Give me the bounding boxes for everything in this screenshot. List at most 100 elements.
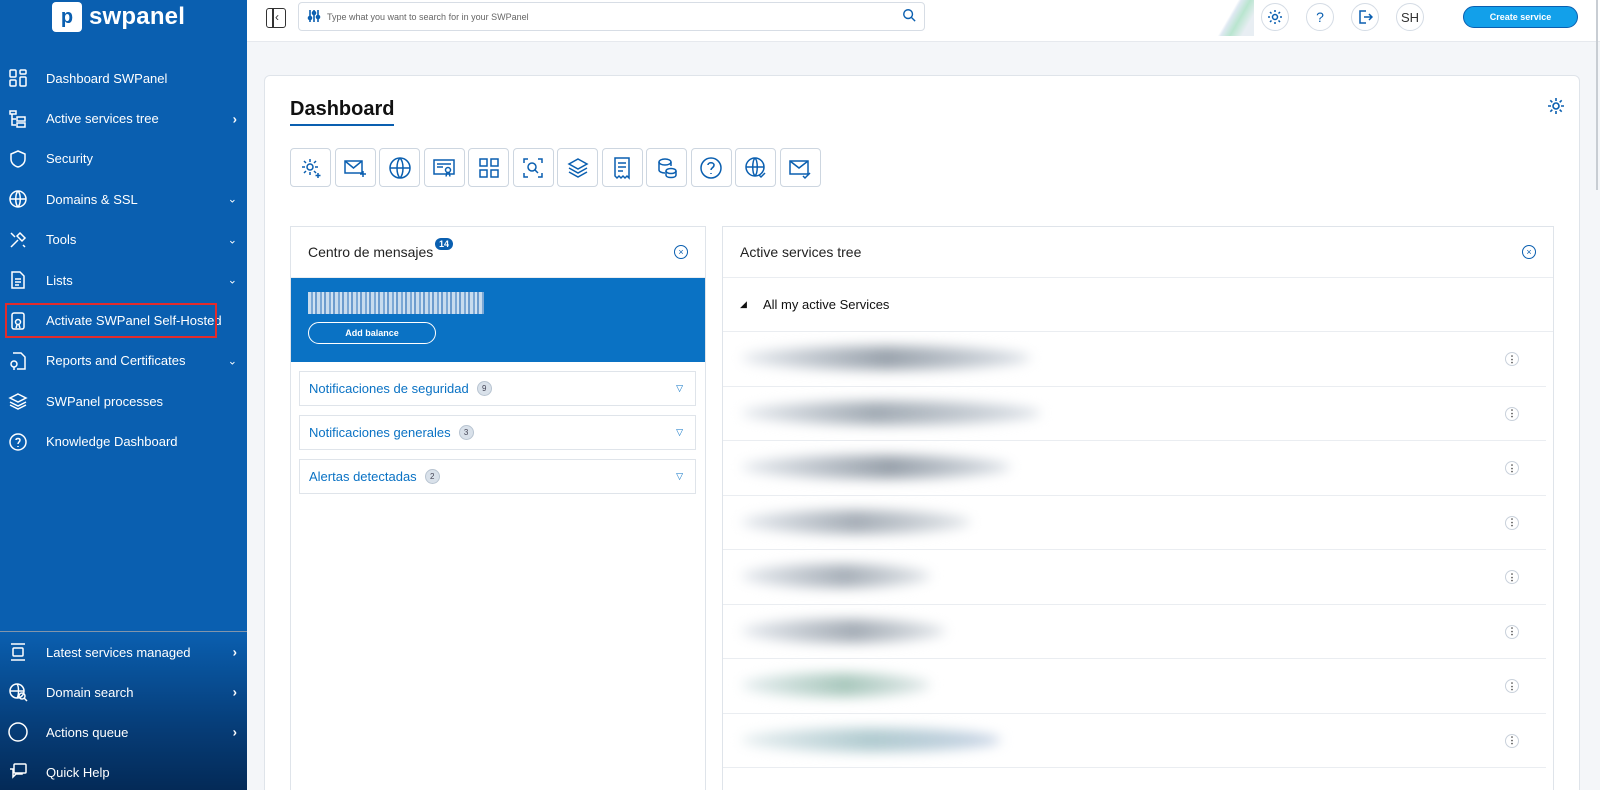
accordion-detected-alerts[interactable]: Alertas detectadas 2 ▽ [299, 459, 696, 494]
sidebar-item-swpanel-processes[interactable]: SWPanel processes [0, 381, 247, 421]
sidebar-item-quick-help[interactable]: Quick Help [0, 752, 247, 790]
redacted-service [741, 509, 971, 534]
more-options-icon[interactable]: ⋮ [1505, 406, 1519, 421]
certificate-icon [8, 311, 28, 331]
gear-icon [1268, 10, 1282, 24]
avatar[interactable]: SH [1396, 3, 1424, 31]
redacted-service [741, 346, 1031, 370]
layers-icon [566, 157, 589, 178]
more-options-icon[interactable]: ⋮ [1505, 624, 1519, 639]
sidebar-item-dashboard[interactable]: Dashboard SWPanel [0, 58, 247, 98]
sidebar-item-label: Dashboard SWPanel [46, 70, 168, 86]
sidebar-item-label: Tools [46, 232, 77, 248]
tree-row[interactable]: ⋮ [723, 550, 1546, 605]
www-icon [388, 156, 411, 179]
filter-icon[interactable] [307, 9, 321, 23]
help-icon [700, 156, 722, 179]
chevron-down-icon: ▽ [676, 383, 683, 393]
services-tree-panel: Active services tree × ◢ All my active S… [722, 226, 1554, 790]
sidebar-item-reports-certificates[interactable]: Reports and Certificates ⌄ [0, 341, 247, 381]
help-button[interactable]: ? [1306, 3, 1334, 31]
chevron-right-icon: › [232, 644, 237, 660]
chevron-down-icon: ⌄ [227, 355, 237, 368]
tree-row[interactable]: ⋮ [723, 387, 1546, 441]
tree-row[interactable]: ⋮ [723, 605, 1546, 659]
tree-row[interactable]: ⋮ [723, 496, 1546, 550]
shortcut-button[interactable] [334, 148, 376, 187]
more-options-icon[interactable]: ⋮ [1505, 679, 1519, 693]
logout-button[interactable] [1351, 3, 1379, 31]
redacted-service [741, 727, 1001, 752]
panel-header: Centro de mensajes 14 × [291, 227, 705, 278]
tree-row[interactable]: ⋮ [723, 659, 1546, 714]
redacted-service [741, 564, 931, 588]
shortcut-button[interactable] [379, 148, 420, 187]
tree-root-node[interactable]: ◢ All my active Services [723, 278, 1553, 332]
logo-mark-icon: p [52, 2, 82, 32]
tree-icon [8, 109, 28, 129]
shortcut-button[interactable] [735, 148, 776, 187]
tree-row[interactable]: ⋮ [723, 332, 1546, 387]
accordion-general-notifications[interactable]: Notificaciones generales 3 ▽ [299, 415, 696, 450]
sidebar-item-label: Domains & SSL [46, 191, 138, 207]
mail-add-icon [344, 159, 366, 177]
shortcut-button[interactable] [690, 148, 732, 187]
shortcut-button[interactable] [557, 148, 598, 187]
shortcut-button[interactable] [779, 148, 821, 187]
close-icon[interactable]: × [674, 245, 688, 259]
more-options-icon[interactable]: ⋮ [1505, 461, 1519, 475]
brand-logo[interactable]: p swpanel [52, 1, 185, 33]
shortcut-button[interactable] [468, 148, 509, 187]
sidebar-item-activate-self-hosted[interactable]: Activate SWPanel Self-Hosted [0, 300, 247, 340]
queue-circle-icon [8, 722, 28, 742]
database-icon [657, 157, 677, 178]
layers-icon [8, 391, 28, 411]
tree-row[interactable]: ⋮ [723, 441, 1546, 496]
more-options-icon[interactable]: ⋮ [1505, 515, 1519, 530]
settings-button[interactable] [1261, 3, 1289, 31]
receipt-icon [614, 156, 630, 180]
sidebar-toggle-button[interactable]: ‹ [266, 8, 286, 28]
more-options-icon[interactable]: ⋮ [1505, 570, 1519, 584]
sidebar-item-latest-services[interactable]: Latest services managed › [0, 632, 247, 672]
decorative-banner [1214, 0, 1254, 36]
panel-title: Centro de mensajes [308, 244, 434, 260]
sidebar-item-label: Latest services managed [46, 644, 191, 660]
more-options-icon[interactable]: ⋮ [1505, 733, 1519, 748]
add-balance-button[interactable]: Add balance [308, 322, 436, 344]
dashboard-settings-button[interactable] [1547, 97, 1565, 115]
more-options-icon[interactable]: ⋮ [1505, 352, 1519, 366]
question-icon: ? [1316, 9, 1324, 25]
create-service-button[interactable]: Create service [1463, 6, 1578, 28]
sidebar-nav: Dashboard SWPanel Active services tree ›… [0, 58, 247, 462]
search-icon[interactable] [902, 8, 918, 24]
search-input[interactable] [327, 11, 887, 22]
sidebar-item-knowledge-dashboard[interactable]: Knowledge Dashboard [0, 422, 247, 462]
sidebar-item-tools[interactable]: Tools ⌄ [0, 220, 247, 260]
shortcut-button[interactable] [290, 148, 331, 187]
page-scrollbar[interactable] [1592, 0, 1598, 790]
shortcut-button[interactable] [601, 148, 643, 187]
shortcut-button[interactable] [423, 148, 465, 187]
sidebar-item-actions-queue[interactable]: Actions queue › [0, 712, 247, 752]
chevron-right-icon: › [232, 724, 237, 740]
close-icon[interactable]: × [1522, 245, 1536, 259]
sidebar-item-security[interactable]: Security [0, 139, 247, 179]
chevron-down-icon: ⌄ [227, 234, 237, 247]
shortcut-button[interactable] [646, 148, 687, 187]
shortcut-button[interactable] [512, 148, 554, 187]
chevron-right-icon: › [232, 111, 237, 127]
sidebar-item-domains-ssl[interactable]: Domains & SSL ⌄ [0, 179, 247, 219]
tree-root-label: All my active Services [763, 297, 890, 312]
accordion-security-notifications[interactable]: Notificaciones de seguridad 9 ▽ [299, 371, 696, 406]
sidebar-item-active-services-tree[interactable]: Active services tree › [0, 98, 247, 138]
accordion-label: Alertas detectadas [309, 469, 417, 484]
avatar-initials: SH [1400, 9, 1420, 25]
sidebar-item-domain-search[interactable]: Domain search › [0, 672, 247, 712]
sidebar-item-lists[interactable]: Lists ⌄ [0, 260, 247, 300]
count-badge: 9 [476, 381, 492, 396]
panel-title: Active services tree [740, 244, 862, 260]
sidebar-item-label: Security [46, 151, 93, 167]
accordion-label: Notificaciones generales [309, 425, 451, 440]
tree-row[interactable]: ⋮ [723, 714, 1546, 768]
